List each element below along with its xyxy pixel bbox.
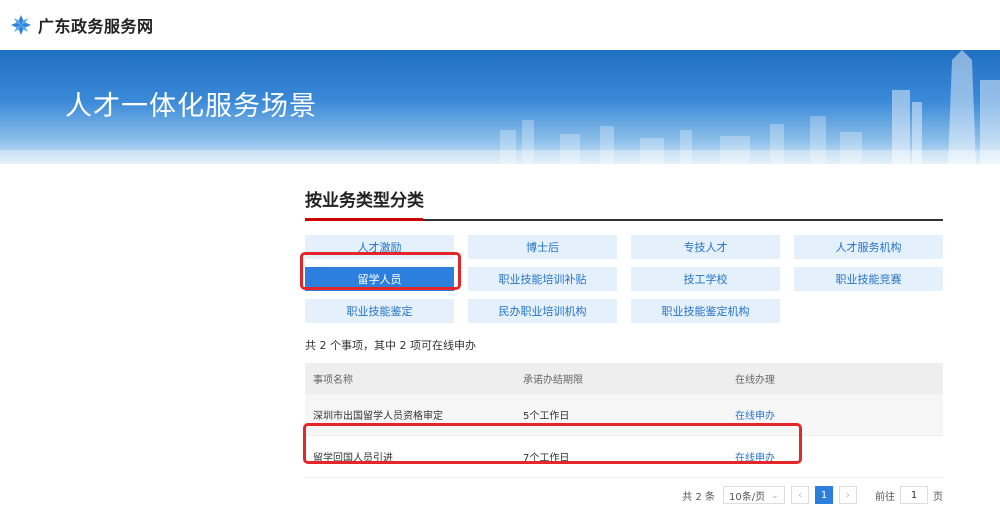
item-name: 深圳市出国留学人员资格审定: [313, 411, 443, 422]
section-title: 按业务类型分类: [305, 191, 424, 211]
category-button[interactable]: 博士后: [468, 235, 617, 259]
header-online: 在线办理: [735, 375, 775, 386]
site-name[interactable]: 广东政务服务网: [38, 13, 154, 37]
section-divider: [305, 218, 943, 221]
table-header-row: 事项名称 承诺办结期限 在线办理: [305, 363, 943, 394]
category-button[interactable]: 人才服务机构: [794, 235, 943, 259]
pagination: 共 2 条 10条/页 ⌄ ‹ 1 › 前往 1 页: [305, 486, 943, 504]
category-button[interactable]: 民办职业培训机构: [468, 299, 617, 323]
goto-page-input[interactable]: 1: [900, 486, 928, 504]
top-bar: 广东政务服务网: [0, 0, 1000, 50]
guangdong-gov-logo-icon[interactable]: [10, 14, 32, 36]
category-button[interactable]: 专技人才: [631, 235, 780, 259]
highlight-box-category: [300, 252, 461, 290]
header-deadline: 承诺办结期限: [523, 375, 583, 386]
category-button[interactable]: 职业技能鉴定机构: [631, 299, 780, 323]
goto-suffix: 页: [933, 491, 943, 503]
prev-page-button[interactable]: ‹: [791, 486, 809, 504]
goto-label: 前往: [875, 491, 895, 503]
highlight-box-row: [303, 423, 802, 464]
category-button[interactable]: 职业技能培训补贴: [468, 267, 617, 291]
hero-banner: 人才一体化服务场景: [0, 50, 1000, 164]
item-deadline: 5个工作日: [523, 411, 570, 422]
category-button[interactable]: 职业技能竞赛: [794, 267, 943, 291]
page-size-select[interactable]: 10条/页 ⌄: [723, 486, 785, 504]
result-summary: 共 2 个事项，其中 2 项可在线申办: [305, 339, 476, 352]
apply-online-link[interactable]: 在线申办: [735, 411, 775, 422]
header-item-name: 事项名称: [313, 375, 353, 386]
next-page-button[interactable]: ›: [839, 486, 857, 504]
category-button[interactable]: 职业技能鉴定: [305, 299, 454, 323]
page-number-button[interactable]: 1: [815, 486, 833, 504]
pager-total: 共 2 条: [682, 491, 715, 503]
chevron-down-icon: ⌄: [770, 489, 779, 501]
banner-title: 人才一体化服务场景: [65, 91, 317, 122]
category-button[interactable]: 技工学校: [631, 267, 780, 291]
